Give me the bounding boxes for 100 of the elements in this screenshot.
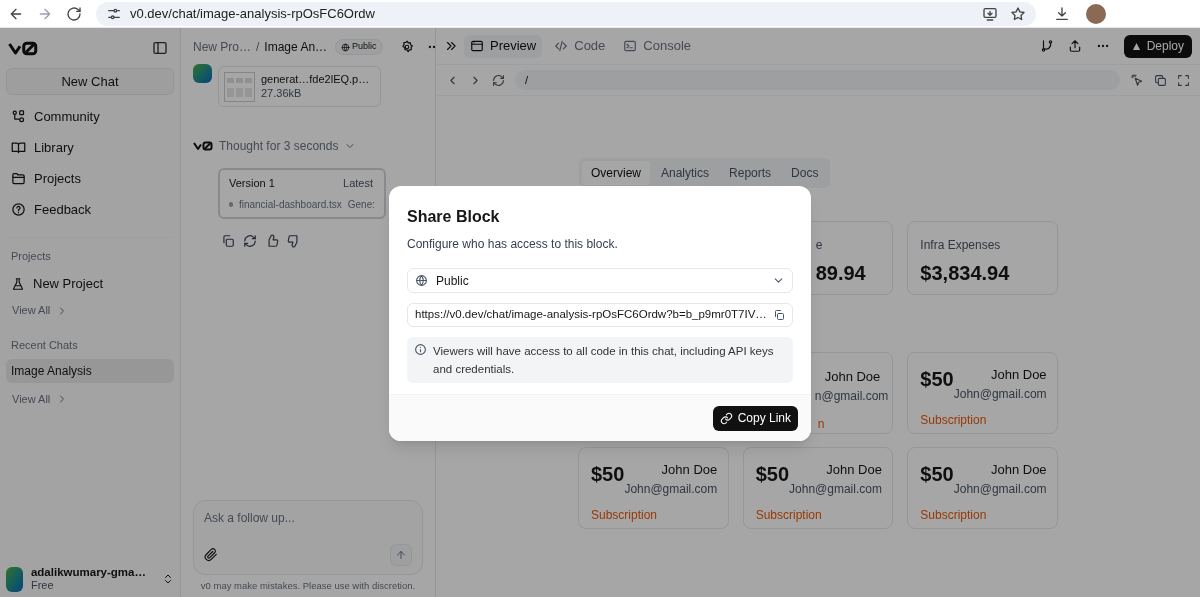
globe-icon (415, 274, 428, 287)
dialog-description: Configure who has access to this block. (407, 236, 619, 253)
disclaimer-text: v0 may make mistakes. Please use with discretion. (199, 578, 417, 593)
nav-item[interactable]: Community (6, 101, 174, 132)
breadcrumb-item[interactable]: New Pro… (193, 38, 251, 56)
transaction-type: Subscription (591, 506, 659, 524)
image-thumbnail-icon (224, 71, 255, 102)
profile-avatar[interactable] (1086, 3, 1106, 24)
expand-panel-icon[interactable] (444, 39, 458, 53)
dashboard-tab[interactable]: Reports (720, 161, 781, 185)
access-select[interactable]: Public (407, 268, 793, 293)
community-icon (11, 109, 26, 124)
info-icon (414, 343, 427, 356)
customer-email: John@gmail.com (953, 480, 1047, 498)
select-element-icon[interactable] (1130, 73, 1144, 87)
bookmark-star-icon[interactable] (1010, 5, 1026, 22)
link-icon (719, 411, 733, 425)
share-link-field[interactable]: https://v0.dev/chat/image-analysis-rpOsFC6Ordw?b=b_p9mr0T7IV… (407, 303, 793, 327)
notice-text: Viewers will have access to all code in this chat, including API keys and credentials. (433, 344, 775, 377)
deploy-button[interactable]: Deploy (1123, 34, 1192, 58)
recent-chat-item[interactable]: Image Analysis (6, 359, 174, 383)
copy-icon[interactable] (221, 234, 235, 248)
view-tab[interactable]: Code (548, 34, 612, 58)
dashboard-tab[interactable]: Docs (782, 161, 828, 185)
breadcrumb-separator: / (256, 39, 260, 56)
breadcrumb-item[interactable]: Image An… (264, 38, 328, 56)
user-avatar (6, 566, 23, 592)
transaction-amount: $50 (920, 464, 954, 484)
view-all-link[interactable]: View All (6, 387, 174, 411)
thumbs-up-icon[interactable] (265, 234, 279, 248)
copy-icon[interactable] (773, 309, 785, 321)
attachment-name: generat…fde2lEQ.p… (261, 72, 370, 87)
transaction-amount: $50 (755, 464, 790, 484)
share-icon[interactable] (1067, 39, 1082, 53)
projects-icon (11, 171, 26, 186)
paperclip-icon[interactable] (204, 548, 218, 562)
customer-name: John Doe (824, 368, 881, 386)
download-icon[interactable] (1054, 5, 1070, 22)
transaction-type: Subscription (755, 506, 823, 524)
stat-value: 89.94 (815, 261, 866, 286)
customer-email: John@gmail.com (624, 480, 718, 498)
attachment-size: 27.36kB (261, 86, 303, 101)
arrow-up-icon (395, 549, 407, 561)
transaction-type: Subscription (920, 411, 988, 429)
open-window-icon[interactable] (1154, 73, 1167, 87)
transaction-amount: $50 (920, 369, 954, 389)
customer-name: John Doe (661, 461, 718, 479)
customer-name: John Doe (826, 461, 882, 479)
flask-icon (11, 276, 25, 291)
view-all-link[interactable]: View All (6, 298, 174, 323)
file-name: financial-dashboard.tsx (238, 198, 342, 212)
thumbs-down-icon[interactable] (287, 234, 301, 248)
visibility-badge[interactable]: Public (335, 39, 383, 55)
view-tab[interactable]: Console (617, 34, 698, 58)
message-input[interactable]: Ask a follow up... (204, 509, 412, 527)
settings-icon[interactable] (399, 40, 414, 54)
chevron-up-down-icon[interactable] (162, 573, 174, 585)
file-status: Gene: (347, 198, 375, 212)
user-name: adalikwumary-gma… (30, 564, 146, 580)
code-icon (554, 39, 569, 53)
refresh-icon[interactable] (243, 234, 257, 248)
nav-item[interactable]: Library (6, 132, 174, 163)
customer-name: John Doe (990, 366, 1047, 384)
transaction-type: Subscription (920, 506, 988, 524)
reload-icon[interactable] (492, 73, 505, 87)
reload-icon[interactable] (66, 5, 82, 22)
dashboard-tab[interactable]: Analytics (652, 161, 719, 185)
user-avatar (193, 64, 212, 83)
globe-icon (341, 42, 351, 52)
feedback-icon (11, 202, 26, 217)
new-chat-button[interactable]: New Chat (6, 68, 174, 95)
triangle-icon (1131, 41, 1141, 51)
console-icon (623, 39, 638, 53)
attachment-card[interactable]: generat…fde2lEQ.p… 27.36kB (218, 66, 381, 107)
nav-item[interactable]: Feedback (6, 194, 174, 225)
project-item[interactable]: New Project (6, 271, 174, 296)
fullscreen-icon[interactable] (1177, 73, 1190, 87)
nav-item[interactable]: Projects (6, 163, 174, 194)
v0-logo-icon (193, 141, 213, 151)
section-heading: Recent Chats (10, 337, 79, 353)
preview-url-field[interactable]: / (515, 70, 1120, 90)
thought-toggle[interactable]: Thought for 3 seconds (219, 137, 339, 155)
version-title: Version 1 (229, 176, 275, 191)
transaction-type: n (817, 415, 825, 433)
stat-label: Infra Expenses (920, 237, 1002, 254)
version-label: Latest (343, 176, 373, 191)
v0-logo-icon (8, 40, 38, 56)
view-tab[interactable]: Preview (464, 34, 543, 58)
sidebar-toggle-icon[interactable] (152, 40, 168, 56)
address-bar[interactable]: v0.dev/chat/image-analysis-rpOsFC6Ordw (96, 1, 1036, 26)
customer-email: John@gmail.com (789, 480, 882, 498)
customer-email: John@gmail.com (953, 385, 1047, 403)
copy-link-button[interactable]: Copy Link (712, 405, 798, 431)
preview-icon (470, 39, 484, 53)
version-card[interactable]: Version 1 Latest financial-dashboard.tsx Gene: (218, 168, 386, 219)
section-heading: Projects (10, 249, 52, 264)
branch-icon[interactable] (1039, 39, 1054, 53)
dialog-title: Share Block (407, 207, 501, 227)
install-icon[interactable] (982, 5, 998, 22)
dashboard-tab[interactable]: Overview (582, 161, 650, 185)
